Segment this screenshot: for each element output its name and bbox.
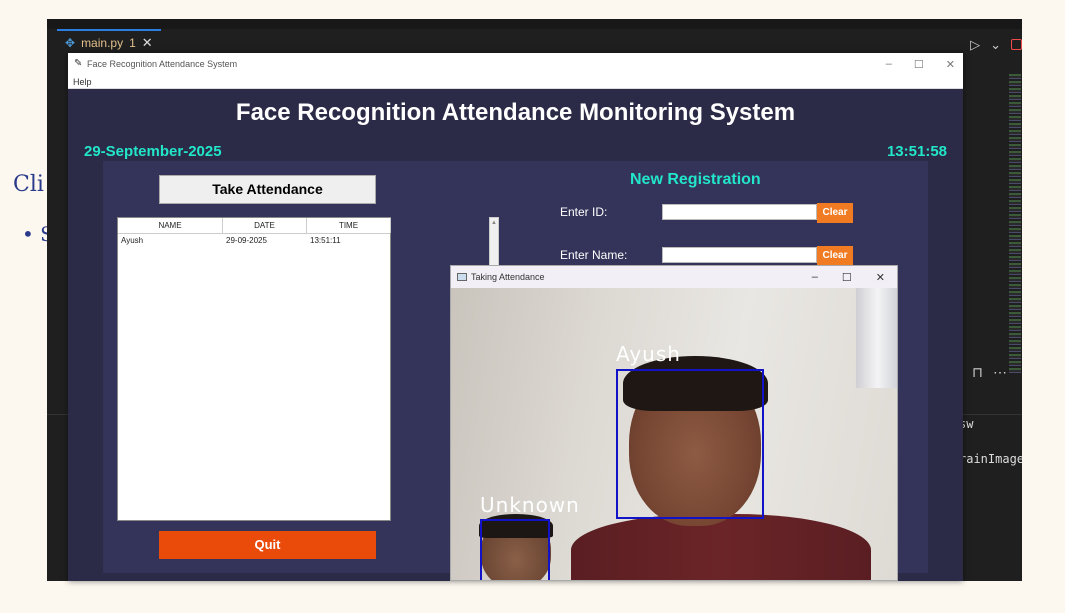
- camera-window-title: Taking Attendance: [471, 272, 545, 282]
- cell-name: Ayush: [121, 236, 144, 245]
- take-attendance-button[interactable]: Take Attendance: [159, 175, 376, 204]
- menu-bar: Help: [68, 75, 963, 89]
- camera-feed: Ayush Unknown: [451, 288, 897, 580]
- minimap[interactable]: [1009, 74, 1021, 374]
- table-header: NAME DATE TIME: [118, 218, 391, 234]
- camera-window-title-bar[interactable]: Taking Attendance – ☐ ✕: [451, 266, 897, 288]
- lock-icon[interactable]: ⊓: [972, 364, 983, 381]
- python-file-icon: ✥: [65, 36, 76, 50]
- main-window-title-bar[interactable]: ✎ Face Recognition Attendance System – ☐…: [68, 53, 963, 75]
- vscode-title-bar: [47, 19, 1022, 29]
- clock-display: 13:51:58: [886, 143, 947, 160]
- person-shirt: [571, 514, 871, 580]
- terminal-line: rainImage: [959, 452, 1022, 466]
- cell-time: 13:51:11: [310, 236, 341, 245]
- quit-button[interactable]: Quit: [159, 531, 376, 559]
- curtain-background: [856, 288, 897, 388]
- cell-date: 29-09-2025: [226, 236, 267, 245]
- minimize-icon[interactable]: –: [886, 58, 892, 70]
- tk-feather-icon: ✎: [74, 58, 83, 69]
- column-header-name[interactable]: NAME: [118, 218, 223, 233]
- problem-count: 1: [129, 36, 136, 50]
- name-label: Enter Name:: [560, 248, 628, 262]
- tab-filename: main.py: [81, 36, 124, 50]
- editor-tab-main-py[interactable]: ✥ main.py 1 ✕: [57, 29, 161, 55]
- table-row[interactable]: Ayush 29-09-2025 13:51:11: [118, 234, 390, 248]
- face-label-unknown: Unknown: [480, 493, 580, 517]
- face-box-recognized: [616, 369, 764, 519]
- app-heading: Face Recognition Attendance Monitoring S…: [235, 99, 796, 126]
- name-input[interactable]: [662, 247, 817, 263]
- date-display: 29-September-2025: [84, 143, 222, 160]
- main-window-title: Face Recognition Attendance System: [87, 59, 238, 69]
- maximize-icon[interactable]: ☐: [914, 58, 924, 71]
- panel-actions: ⊓ ⋯: [972, 364, 1007, 381]
- minimize-icon[interactable]: –: [812, 271, 818, 283]
- stop-icon[interactable]: [1011, 39, 1022, 50]
- id-input[interactable]: [662, 204, 817, 220]
- scroll-up-icon[interactable]: ▲: [490, 218, 498, 228]
- clear-name-button[interactable]: Clear: [817, 246, 853, 266]
- maximize-icon[interactable]: ☐: [842, 271, 852, 284]
- registration-title: New Registration: [630, 171, 761, 188]
- document-text: Cli: [13, 172, 44, 197]
- column-header-date[interactable]: DATE: [223, 218, 307, 233]
- close-icon[interactable]: ✕: [876, 271, 885, 284]
- run-dropdown-icon[interactable]: ⌄: [990, 37, 1001, 53]
- close-tab-icon[interactable]: ✕: [142, 35, 153, 51]
- face-box-unknown: [480, 519, 550, 580]
- run-icon[interactable]: ▷: [970, 37, 980, 53]
- column-header-time[interactable]: TIME: [307, 218, 391, 233]
- camera-window: Taking Attendance – ☐ ✕ Ayush Unknown: [450, 265, 898, 581]
- run-controls: ▷ ⌄: [970, 37, 1022, 53]
- more-icon[interactable]: ⋯: [993, 364, 1007, 381]
- attendance-table[interactable]: NAME DATE TIME Ayush 29-09-2025 13:51:11: [117, 217, 391, 521]
- clear-id-button[interactable]: Clear: [817, 203, 853, 223]
- menu-item-help[interactable]: Help: [73, 77, 92, 87]
- close-icon[interactable]: ✕: [946, 58, 955, 71]
- window-app-icon: [457, 273, 467, 281]
- id-label: Enter ID:: [560, 205, 608, 219]
- face-label-recognized: Ayush: [616, 342, 681, 366]
